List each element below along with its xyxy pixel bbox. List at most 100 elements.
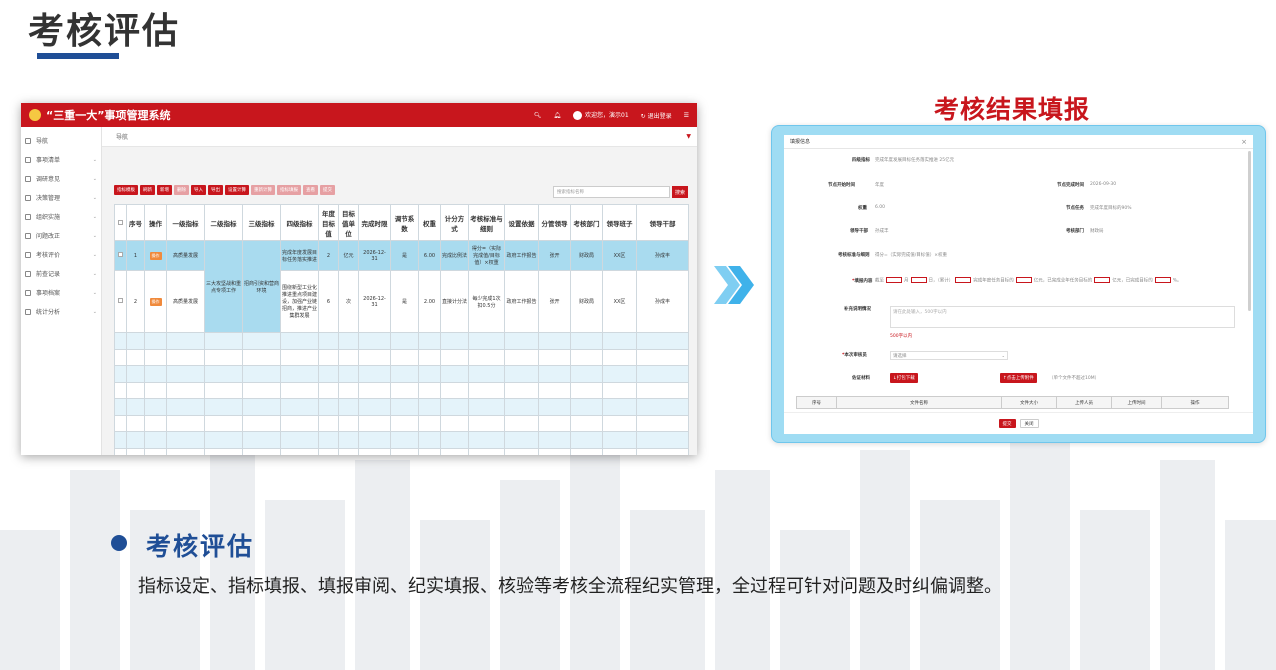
welcome-text: 欢迎您，演示01 bbox=[585, 112, 629, 119]
stats-icon bbox=[25, 308, 31, 315]
chevron-down-icon: ⌄ bbox=[1001, 353, 1005, 358]
table-row bbox=[114, 447, 689, 455]
col-header: 操作 bbox=[144, 204, 167, 241]
caret-down-icon[interactable]: ▼ bbox=[686, 133, 691, 140]
day-input[interactable] bbox=[910, 277, 927, 283]
start-time-value: 年度 bbox=[875, 183, 884, 188]
col-header: 年度目标值 bbox=[318, 204, 339, 241]
table-row[interactable]: 1 操作 高质量发展 三大攻坚战和重点专项工作 招商引资和营商环境 完成年度发展… bbox=[114, 240, 689, 333]
col-header: 领导班子 bbox=[602, 204, 637, 241]
refresh-button[interactable]: 刷新 bbox=[140, 185, 155, 195]
sidebar-item-evaluate[interactable]: 考核评价 ⌄ bbox=[21, 245, 101, 264]
search-button[interactable]: 搜索 bbox=[672, 186, 688, 198]
attach-label: 佐证材料 bbox=[852, 376, 870, 381]
dialog-header: 填报信息 × bbox=[784, 135, 1253, 149]
list-screenshot: “三重一大”事项管理系统 🔍︎ 🔔︎ 欢迎您，演示01 ↻ 退出登录 ☰ 导航 … bbox=[21, 103, 697, 455]
sidebar-item-rectify[interactable]: 问题改正 ⌄ bbox=[21, 226, 101, 245]
search-icon[interactable]: 🔍︎ bbox=[534, 112, 542, 119]
col-header: 完成时限 bbox=[358, 204, 391, 241]
chevron-down-icon: ⌄ bbox=[92, 194, 97, 201]
operate-button[interactable]: 操作 bbox=[149, 297, 162, 306]
sidebar-item-decision[interactable]: 决策管理 ⌄ bbox=[21, 188, 101, 207]
download-button[interactable]: ↓ 打包下载 bbox=[890, 373, 918, 383]
result-fill-title: 考核结果填报 bbox=[934, 95, 1091, 124]
sidebar-item-stats[interactable]: 统计分析 ⌄ bbox=[21, 302, 101, 321]
chat-icon bbox=[25, 175, 31, 182]
table-row bbox=[114, 348, 689, 366]
set-calc-button[interactable]: 设置计算 bbox=[225, 185, 249, 195]
add-button[interactable]: 新增 bbox=[157, 185, 172, 195]
grid-icon bbox=[25, 137, 31, 144]
avatar bbox=[573, 111, 583, 120]
close-button[interactable]: 关闭 bbox=[1019, 419, 1039, 428]
col-header: 操作 bbox=[1161, 396, 1229, 409]
sidebar-item-archive[interactable]: 事项档案 ⌄ bbox=[21, 283, 101, 302]
chevron-down-icon: ⌄ bbox=[92, 175, 97, 182]
standard-label: 考核标准与细则 bbox=[838, 253, 870, 258]
template-button[interactable]: 指标模板 bbox=[114, 185, 138, 195]
page-title: 考核评估 bbox=[28, 11, 181, 52]
weight-value: 6.00 bbox=[875, 205, 886, 210]
question-icon bbox=[25, 232, 31, 239]
sidebar-item-nav[interactable]: 导航 bbox=[21, 131, 101, 150]
col-header: 领导干部 bbox=[636, 204, 689, 241]
import-button[interactable]: 导入 bbox=[191, 185, 206, 195]
fill-button[interactable]: 指标填报 bbox=[277, 185, 301, 195]
view-button[interactable]: 查看 bbox=[303, 185, 318, 195]
section-description: 指标设定、指标填报、填报审阅、纪实填报、核验等考核全流程纪实管理，全过程可针对问… bbox=[138, 576, 1002, 597]
leader-label: 领导干部 bbox=[850, 229, 868, 234]
menu-icon[interactable]: ☰ bbox=[684, 112, 689, 119]
sidebar-item-list[interactable]: 事项清单 ⌄ bbox=[21, 150, 101, 169]
note-textarea[interactable]: 请在此处输入，500字以内 bbox=[890, 306, 1235, 328]
close-icon[interactable]: × bbox=[1241, 138, 1247, 146]
chevron-down-icon: ⌄ bbox=[92, 213, 97, 220]
upload-hint: （单个文件不超过10M） bbox=[1049, 376, 1100, 381]
row-checkbox[interactable] bbox=[114, 240, 127, 271]
month-input[interactable] bbox=[886, 277, 902, 283]
percent-input[interactable] bbox=[1154, 277, 1171, 283]
table-row[interactable]: 2 操作 高质量发展 围绕新型工业化推进重点项目建设，加强产业链招商，推进产业集… bbox=[114, 270, 689, 333]
reviewer-select[interactable]: 请选择 ⌄ bbox=[890, 351, 1008, 360]
sidebar-item-implement[interactable]: 组织实施 ⌄ bbox=[21, 207, 101, 226]
col-header: 调节系数 bbox=[390, 204, 419, 241]
search-input[interactable]: 搜索指标名称 bbox=[553, 186, 670, 198]
fill-dialog: 填报信息 × 四级指标 完成年度发展目标任务落实推进 25亿元 节点开始时间 年… bbox=[784, 135, 1253, 434]
main-content: 导航 ▼ 指标模板 刷新 新增 删除 导入 导出 设置计算 重新计算 指标填报 查… bbox=[102, 127, 697, 455]
dialog-screenshot: 填报信息 × 四级指标 完成年度发展目标任务落实推进 25亿元 节点开始时间 年… bbox=[771, 125, 1266, 443]
bell-icon[interactable]: 🔔︎ bbox=[553, 112, 561, 119]
submit-button[interactable]: 提交 bbox=[320, 185, 335, 195]
col-header: 文件名称 bbox=[836, 396, 1002, 409]
task-label: 节点任务 bbox=[1066, 206, 1084, 211]
col-header: 序号 bbox=[126, 204, 145, 241]
col-header: 二级指标 bbox=[204, 204, 243, 241]
delete-button[interactable]: 删除 bbox=[174, 185, 189, 195]
operate-button[interactable]: 操作 bbox=[149, 251, 162, 260]
recalc-button[interactable]: 重新计算 bbox=[251, 185, 275, 195]
app-header: “三重一大”事项管理系统 🔍︎ 🔔︎ 欢迎您，演示01 ↻ 退出登录 ☰ bbox=[21, 103, 697, 127]
col-header: 上传时间 bbox=[1111, 396, 1162, 409]
annual-input[interactable] bbox=[1094, 277, 1111, 283]
scrollbar[interactable] bbox=[1248, 151, 1251, 311]
user-info[interactable]: 欢迎您，演示01 bbox=[573, 110, 629, 120]
col-header: 计分方式 bbox=[440, 204, 469, 241]
chart-icon bbox=[25, 251, 31, 258]
table-row bbox=[114, 414, 689, 432]
system-name: “三重一大”事项管理系统 bbox=[46, 109, 171, 122]
file-table: 序号 文件名称 文件大小 上传人员 上传时间 操作 bbox=[796, 396, 1229, 409]
submit-button[interactable]: 提交 bbox=[998, 419, 1016, 428]
export-button[interactable]: 导出 bbox=[208, 185, 223, 195]
cumulative-input[interactable] bbox=[955, 277, 972, 283]
select-all-checkbox[interactable] bbox=[114, 204, 127, 241]
table-header: 序号 操作 一级指标 二级指标 三级指标 四级指标 年度目标值 目标值单位 完成… bbox=[114, 204, 689, 241]
leader-value: 孙成丰 bbox=[875, 229, 889, 234]
indicator-value: 完成年度发展目标任务落实推进 25亿元 bbox=[875, 158, 955, 163]
row-checkbox[interactable] bbox=[114, 270, 127, 333]
col-header: 一级指标 bbox=[166, 204, 205, 241]
sidebar-item-research[interactable]: 调研意见 ⌄ bbox=[21, 169, 101, 188]
sidebar-item-records[interactable]: 前查记录 ⌄ bbox=[21, 264, 101, 283]
sidebar: 导航 事项清单 ⌄ 调研意见 ⌄ 决策管理 ⌄ 组织实施 ⌄ 问题改正 ⌄ 考核评价 ⌄ 前… bbox=[21, 127, 102, 455]
logout-link[interactable]: ↻ 退出登录 bbox=[641, 111, 672, 120]
upload-button[interactable]: ↑ 点击上传附件 bbox=[1000, 373, 1037, 383]
note-label: 补充说明情况 bbox=[844, 307, 871, 312]
amount-input[interactable] bbox=[1015, 277, 1032, 283]
